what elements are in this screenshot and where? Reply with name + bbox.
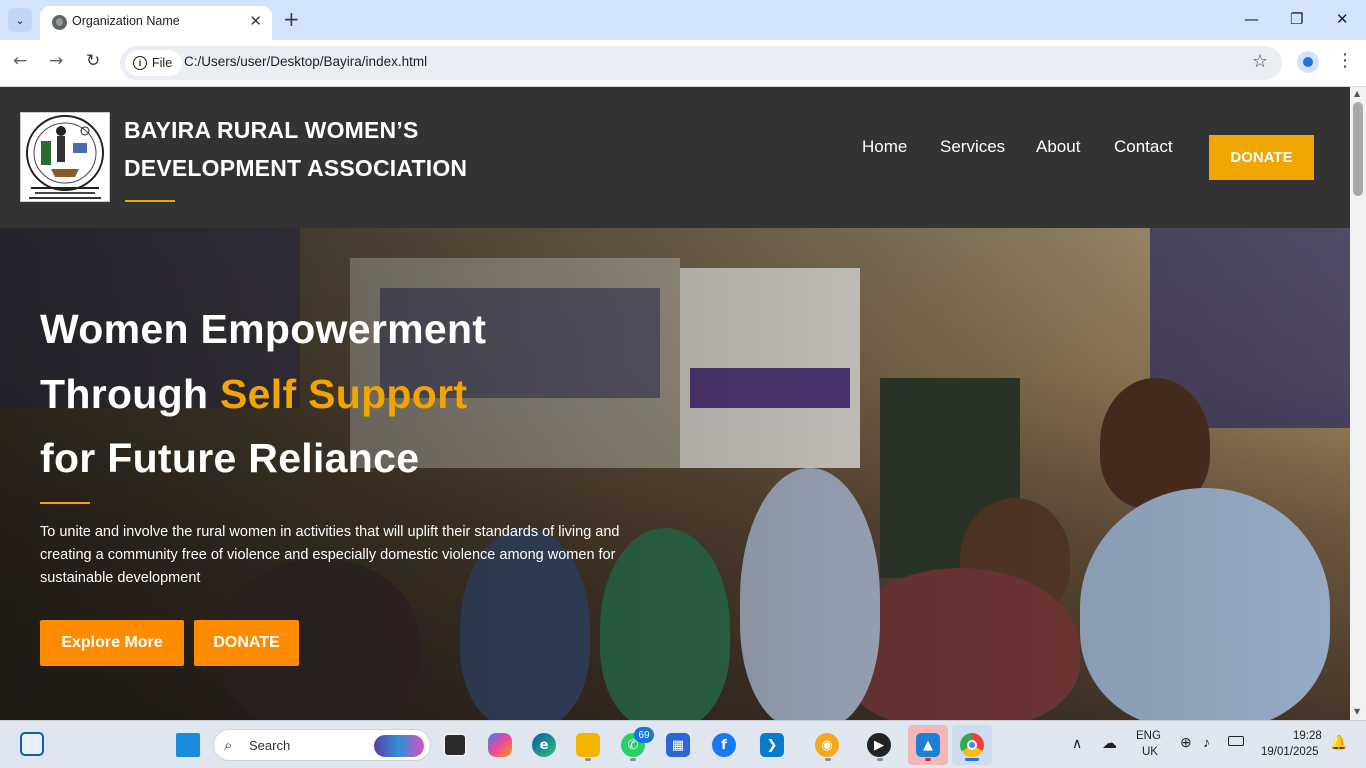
facebook-icon[interactable]: f [712, 733, 736, 757]
clock-time[interactable]: 19:28 [1293, 730, 1322, 742]
browser-tab[interactable]: Organization Name ✕ [40, 6, 272, 40]
running-indicator [630, 758, 636, 761]
hero-title-line2: Through Self Support [40, 371, 467, 418]
hero-section: Women Empowerment Through Self Support f… [0, 228, 1350, 720]
media-player-icon[interactable]: ▶ [867, 733, 891, 757]
scrollbar-thumb[interactable] [1353, 102, 1363, 196]
microsoft-store-icon[interactable]: ▦ [666, 733, 690, 757]
photos-icon[interactable]: ▲ [916, 733, 940, 757]
hero-title-line3: for Future Reliance [40, 435, 420, 481]
header-donate-button[interactable]: DONATE [1209, 135, 1314, 180]
menu-kebab-icon[interactable]: ⋮ [1336, 50, 1354, 71]
brand-name-line2[interactable]: DEVELOPMENT ASSOCIATION [124, 155, 467, 182]
vlc-like-app-icon[interactable]: ◉ [815, 733, 839, 757]
brand-underline [125, 200, 175, 202]
tab-title: Organization Name [72, 14, 180, 28]
tray-overflow-chevron-icon[interactable]: ∧ [1072, 735, 1082, 752]
brand-name-line1[interactable]: BAYIRA RURAL WOMEN’S [124, 117, 419, 144]
organization-logo[interactable] [20, 112, 110, 202]
chip-label: File [152, 56, 173, 70]
taskbar-search[interactable]: ⌕ Search [213, 729, 431, 761]
hero-title-line1: Women Empowerment [40, 306, 487, 352]
reload-icon[interactable]: ↻ [86, 51, 100, 71]
hero-title-accent: Self Support [220, 371, 468, 417]
profile-avatar-icon[interactable] [1297, 51, 1319, 73]
search-highlight-art [374, 735, 424, 757]
page-viewport: BAYIRA RURAL WOMEN’S DEVELOPMENT ASSOCIA… [0, 87, 1350, 720]
nav-services[interactable]: Services [940, 137, 1005, 157]
page-scrollbar[interactable]: ▲ ▼ [1350, 87, 1366, 720]
nav-about[interactable]: About [1036, 137, 1080, 157]
cloud-sync-off-icon[interactable]: ☁ [1102, 734, 1117, 752]
vscode-icon[interactable]: ❯ [760, 733, 784, 757]
running-indicator [585, 758, 591, 761]
scroll-up-arrow-icon[interactable]: ▲ [1354, 89, 1360, 98]
notification-bell-icon[interactable]: 🔔 [1330, 734, 1347, 751]
hero-title-line2-plain: Through [40, 371, 221, 417]
forward-icon[interactable]: → [49, 51, 63, 71]
hero-donate-button[interactable]: DONATE [194, 620, 299, 666]
nav-contact[interactable]: Contact [1114, 137, 1173, 157]
tab-close-icon[interactable]: ✕ [249, 12, 262, 30]
explore-more-button[interactable]: Explore More [40, 620, 184, 666]
network-globe-icon[interactable]: ⊕ [1180, 734, 1192, 751]
windows-taskbar: ⌕ Search e ✆ ▦ f ❯ ◉ ▶ ▲ ∧ ☁ ENG UK ⊕ ♪ … [0, 720, 1366, 768]
running-indicator [925, 758, 931, 761]
url-text[interactable]: C:/Users/user/Desktop/Bayira/index.html [184, 54, 427, 69]
tab-search-chevron-icon[interactable]: ⌄ [8, 8, 32, 32]
site-header: BAYIRA RURAL WOMEN’S DEVELOPMENT ASSOCIA… [0, 87, 1350, 228]
edge-icon[interactable]: e [532, 733, 556, 757]
language-code[interactable]: ENG [1136, 730, 1161, 742]
active-indicator [965, 758, 979, 761]
info-icon: i [133, 56, 147, 70]
nav-home[interactable]: Home [862, 137, 907, 157]
chrome-icon[interactable] [960, 733, 984, 757]
keyboard-region[interactable]: UK [1142, 746, 1158, 758]
running-indicator [877, 758, 883, 761]
taskbar-search-label: Search [249, 738, 291, 753]
volume-icon[interactable]: ♪ [1203, 734, 1210, 750]
running-indicator [825, 758, 831, 761]
globe-icon [52, 15, 67, 30]
windows-start-icon[interactable] [176, 733, 200, 757]
copilot-icon[interactable] [488, 733, 512, 757]
browser-toolbar: ← → ↻ i File C:/Users/user/Desktop/Bayir… [0, 40, 1366, 87]
site-info-chip[interactable]: i File [125, 50, 183, 76]
whatsapp-unread-badge: 69 [634, 727, 654, 743]
close-window-icon[interactable]: ✕ [1336, 10, 1349, 28]
battery-icon[interactable] [1228, 736, 1244, 746]
bookmark-star-icon[interactable]: ☆ [1252, 51, 1268, 72]
address-bar[interactable]: i File C:/Users/user/Desktop/Bayira/inde… [120, 46, 1282, 80]
search-icon: ⌕ [224, 736, 233, 754]
minimize-icon[interactable]: — [1244, 10, 1259, 28]
clock-date[interactable]: 19/01/2025 [1261, 746, 1319, 758]
new-tab-button[interactable]: + [283, 8, 300, 30]
restore-icon[interactable]: ❐ [1290, 10, 1303, 28]
task-view-icon[interactable] [443, 733, 467, 757]
back-icon[interactable]: ← [13, 51, 27, 71]
hero-description: To unite and involve the rural women in … [40, 524, 620, 586]
widgets-icon[interactable] [20, 732, 44, 756]
scroll-down-arrow-icon[interactable]: ▼ [1354, 707, 1360, 716]
hero-divider [40, 502, 90, 504]
browser-tab-strip: ⌄ Organization Name ✕ + — ❐ ✕ [0, 0, 1366, 40]
file-explorer-icon[interactable] [576, 733, 600, 757]
